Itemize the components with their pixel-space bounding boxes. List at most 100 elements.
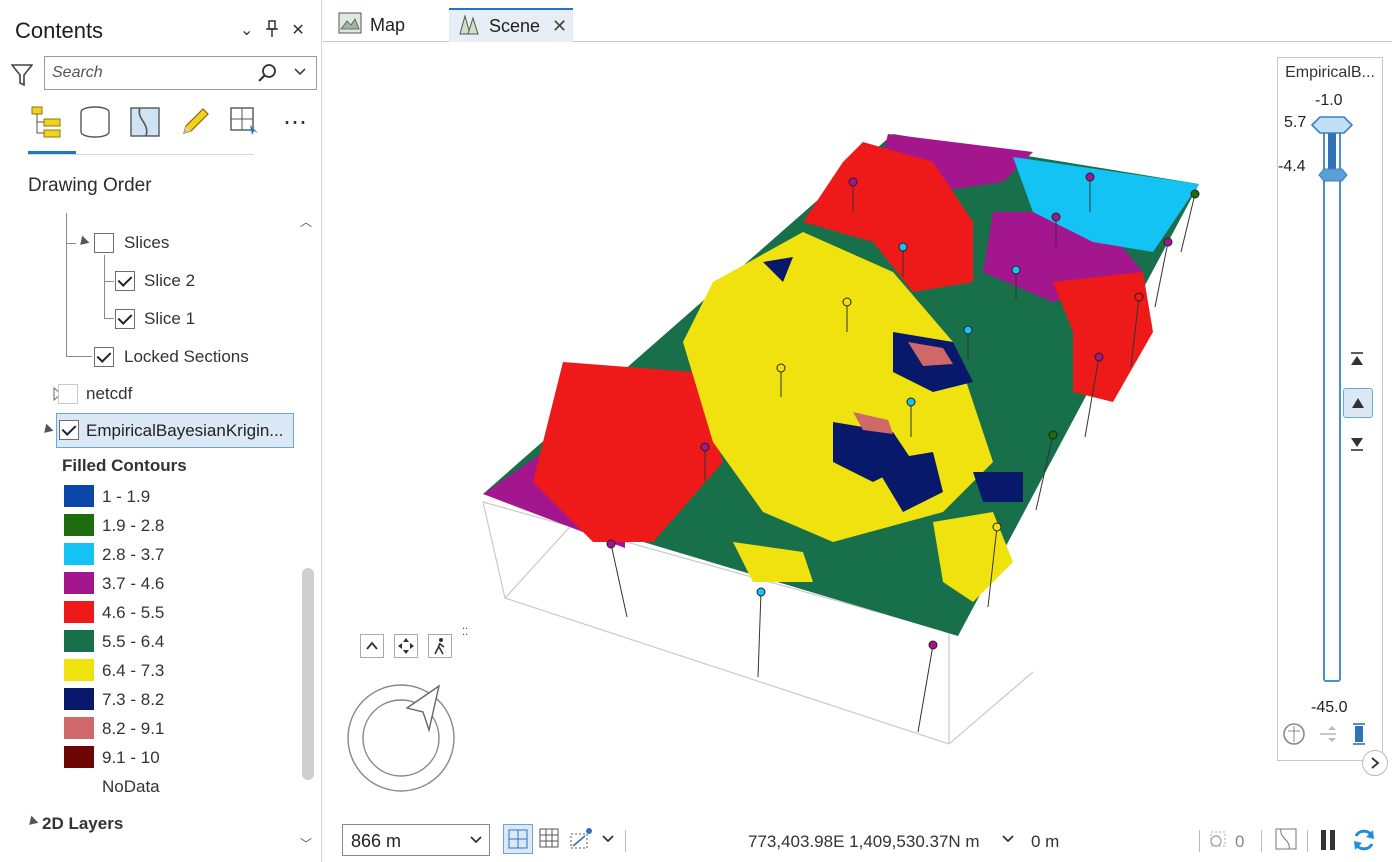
tilt-up-icon[interactable] bbox=[360, 634, 384, 658]
search-box[interactable] bbox=[44, 56, 317, 90]
more-options-icon[interactable]: ⋯ bbox=[278, 104, 312, 140]
snapping-icon[interactable] bbox=[128, 104, 162, 140]
expand-netcdf-icon[interactable] bbox=[47, 387, 62, 401]
step-up-button[interactable] bbox=[1343, 388, 1373, 418]
slices-label[interactable]: Slices bbox=[124, 233, 169, 253]
selected-features-icon[interactable] bbox=[1207, 828, 1231, 850]
pin-icon[interactable] bbox=[265, 20, 279, 43]
ebk-layer-checkbox[interactable] bbox=[59, 420, 79, 440]
ebk-layer-label[interactable]: EmpiricalBayesianKrigin... bbox=[86, 421, 283, 441]
collapse-slices-icon[interactable] bbox=[76, 235, 90, 249]
selected-count: 0 bbox=[1235, 832, 1245, 851]
scale-dropdown[interactable]: 866 m bbox=[342, 824, 490, 856]
legend-swatch[interactable] bbox=[64, 746, 94, 768]
divider bbox=[1261, 830, 1262, 852]
locked-sections-label[interactable]: Locked Sections bbox=[124, 347, 249, 367]
legend-item: NoData bbox=[64, 775, 304, 799]
legend-item: 9.1 - 10 bbox=[64, 746, 304, 770]
legend-item: 3.7 - 4.6 bbox=[64, 572, 304, 596]
tab-scene[interactable]: Scene ✕ bbox=[449, 8, 573, 42]
range-track[interactable] bbox=[1323, 126, 1341, 682]
close-tab-icon[interactable]: ✕ bbox=[552, 16, 567, 37]
map-view-icon[interactable] bbox=[1275, 828, 1297, 850]
slice2-checkbox[interactable] bbox=[115, 271, 135, 291]
search-options-chevron-icon[interactable] bbox=[293, 65, 307, 84]
slice2-label[interactable]: Slice 2 bbox=[144, 271, 195, 291]
elevation-readout: 0 m bbox=[1031, 832, 1060, 851]
range-span-icon[interactable] bbox=[1350, 722, 1368, 751]
legend-item: 8.2 - 9.1 bbox=[64, 717, 304, 741]
go-to-top-icon[interactable] bbox=[1350, 351, 1364, 372]
contents-pane: Contents ⌄ ✕ ⋯ bbox=[0, 0, 322, 862]
collapse-ebk-icon[interactable] bbox=[40, 423, 54, 437]
legend-label: 3.7 - 4.6 bbox=[102, 574, 165, 593]
legend-heading: Filled Contours bbox=[62, 456, 187, 475]
step-down-icon[interactable] bbox=[1350, 436, 1364, 457]
time-range-icon[interactable] bbox=[1282, 722, 1306, 751]
scene-canvas[interactable] bbox=[333, 42, 1392, 820]
legend-swatch[interactable] bbox=[64, 485, 94, 507]
range-slider-panel: EmpiricalB... -1.0 5.7 -4.4 -45.0 bbox=[1277, 57, 1383, 761]
close-pane-icon[interactable]: ✕ bbox=[291, 20, 304, 43]
legend-swatch[interactable] bbox=[64, 572, 94, 594]
legend-item: 1.9 - 2.8 bbox=[64, 514, 304, 538]
scroll-down-icon[interactable]: ﹀ bbox=[300, 835, 312, 852]
tab-map-label: Map bbox=[370, 14, 406, 35]
slice1-checkbox[interactable] bbox=[115, 309, 135, 329]
legend-item: 6.4 - 7.3 bbox=[64, 659, 304, 683]
legend-label: 1 - 1.9 bbox=[102, 487, 151, 506]
slices-checkbox[interactable] bbox=[94, 233, 114, 253]
tab-scene-label: Scene bbox=[489, 15, 541, 36]
view-tabs: Map Scene ✕ bbox=[323, 0, 1392, 42]
legend-item: 4.6 - 5.5 bbox=[64, 601, 304, 625]
legend-swatch[interactable] bbox=[64, 514, 94, 536]
scroll-up-icon[interactable]: ︿ bbox=[300, 213, 312, 230]
database-icon[interactable] bbox=[78, 104, 112, 140]
legend-swatch[interactable] bbox=[64, 688, 94, 710]
netcdf-label[interactable]: netcdf bbox=[86, 384, 132, 404]
status-bar: 866 m 773,403.98E 1,409,530.37N m 0 m 0 bbox=[333, 820, 1392, 862]
2d-layers-heading[interactable]: 2D Layers bbox=[42, 814, 123, 834]
navigation-controls: ⁚⁚ bbox=[360, 628, 468, 658]
range-title: EmpiricalB... bbox=[1285, 64, 1375, 81]
snapping-chevron-icon[interactable] bbox=[601, 832, 615, 846]
tree-line bbox=[104, 255, 105, 318]
scene-view[interactable]: ⁚⁚ bbox=[333, 42, 1392, 820]
collapse-2d-layers-icon[interactable] bbox=[25, 815, 39, 829]
locked-sections-checkbox[interactable] bbox=[94, 347, 114, 367]
selection-icon[interactable] bbox=[228, 104, 262, 140]
legend-label: 7.3 - 8.2 bbox=[102, 690, 165, 709]
full-extent-icon[interactable] bbox=[394, 634, 418, 658]
search-icon[interactable] bbox=[257, 63, 277, 88]
drawing-order-icon[interactable] bbox=[28, 104, 62, 140]
refresh-icon[interactable] bbox=[1351, 827, 1377, 853]
table-grid-icon[interactable] bbox=[539, 828, 559, 848]
contents-scrollbar[interactable] bbox=[302, 568, 314, 780]
legend-swatch[interactable] bbox=[64, 601, 94, 623]
lower-thumb[interactable] bbox=[1318, 168, 1348, 187]
pencil-icon[interactable] bbox=[178, 104, 212, 140]
legend-swatch[interactable] bbox=[64, 630, 94, 652]
navigator-options-icon[interactable]: ⁚⁚ bbox=[462, 628, 468, 658]
pause-drawing-icon[interactable] bbox=[1319, 829, 1337, 851]
divider bbox=[1307, 830, 1308, 852]
map-icon bbox=[338, 11, 362, 40]
walk-mode-icon[interactable] bbox=[428, 634, 452, 658]
grid-snap-icon[interactable] bbox=[503, 824, 533, 854]
coordinate-format-chevron-icon[interactable] bbox=[1001, 832, 1015, 846]
snapping-options-icon[interactable] bbox=[569, 826, 595, 850]
legend-swatch[interactable] bbox=[64, 659, 94, 681]
upper-thumb[interactable] bbox=[1310, 116, 1354, 139]
drawing-order-heading: Drawing Order bbox=[28, 175, 152, 196]
legend-swatch[interactable] bbox=[64, 717, 94, 739]
slice1-label[interactable]: Slice 1 bbox=[144, 309, 195, 329]
filter-icon[interactable] bbox=[10, 63, 34, 87]
pane-options-chevron-icon[interactable]: ⌄ bbox=[240, 20, 253, 43]
legend-swatch[interactable] bbox=[64, 543, 94, 565]
sync-range-icon[interactable] bbox=[1316, 722, 1340, 751]
expand-panel-button[interactable] bbox=[1362, 750, 1388, 776]
netcdf-checkbox[interactable] bbox=[58, 384, 78, 404]
search-input[interactable] bbox=[52, 62, 252, 84]
legend-label: 1.9 - 2.8 bbox=[102, 516, 165, 535]
tab-map[interactable]: Map bbox=[338, 8, 448, 42]
